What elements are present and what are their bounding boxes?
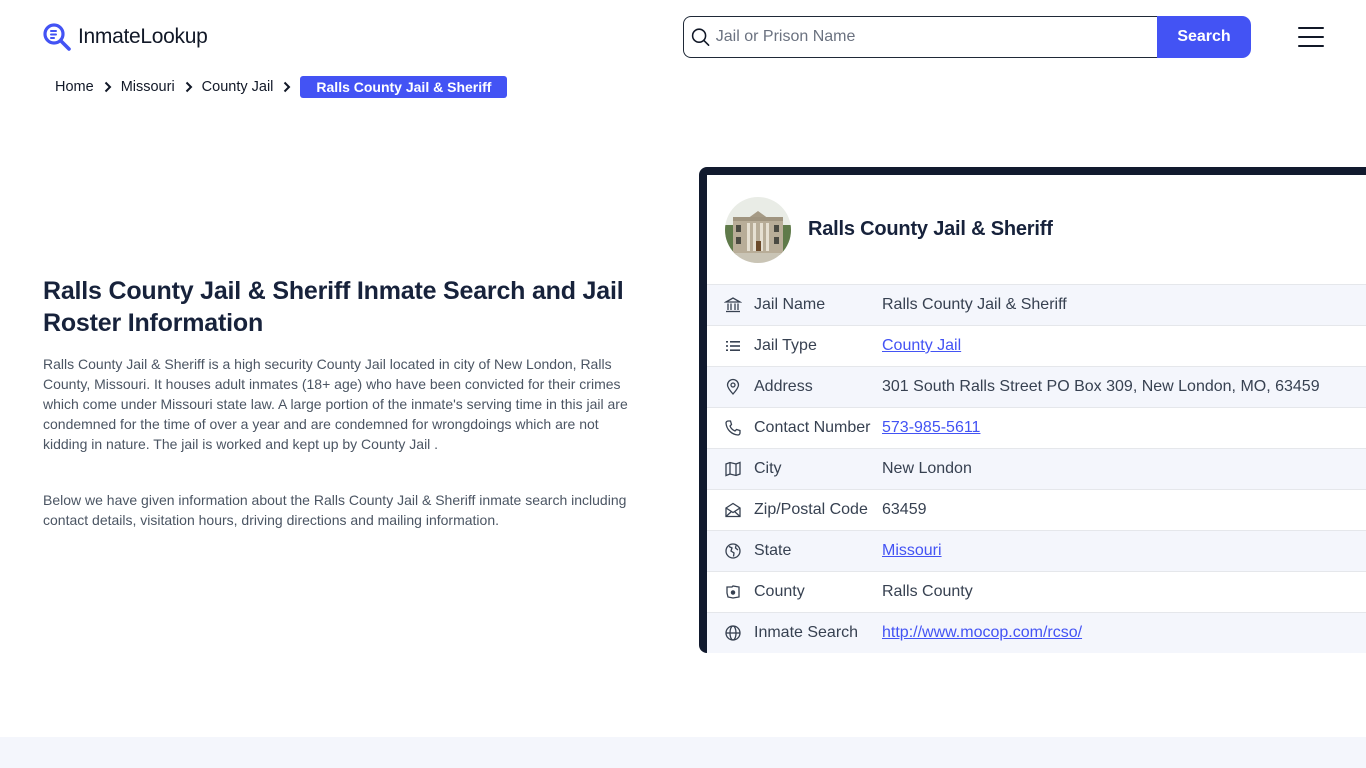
row-value: New London <box>882 460 972 477</box>
chevron-right-icon <box>185 81 193 93</box>
chevron-right-icon <box>104 81 112 93</box>
row-label: State <box>754 542 792 559</box>
phone-icon <box>725 420 741 436</box>
list-icon <box>726 341 740 351</box>
info-row-city: City New London <box>707 448 1366 489</box>
courthouse-image-icon <box>725 196 791 263</box>
info-row-county: County Ralls County <box>707 571 1366 612</box>
row-value: 63459 <box>882 501 927 518</box>
info-row-zip: Zip/Postal Code 63459 <box>707 489 1366 530</box>
footer-section <box>0 737 1366 768</box>
jail-type-link[interactable]: County Jail <box>882 337 961 355</box>
mail-open-icon <box>725 502 741 518</box>
info-paragraph: Below we have given information about th… <box>43 492 627 528</box>
breadcrumb: Home Missouri County Jail Ralls County J… <box>55 76 508 98</box>
row-label: County <box>754 583 805 600</box>
chevron-right-icon <box>284 81 291 93</box>
breadcrumb-jail-type[interactable]: County Jail <box>202 79 274 95</box>
jail-photo <box>725 196 791 263</box>
row-label: Zip/Postal Code <box>754 501 868 518</box>
info-row-contact: Contact Number 573-985-5611 <box>707 407 1366 448</box>
row-value: Ralls County <box>882 583 973 600</box>
row-label: Jail Name <box>754 296 826 313</box>
magnifier-logo-icon <box>43 23 71 51</box>
phone-link[interactable]: 573-985-5611 <box>882 419 980 437</box>
search-form: Search <box>683 16 1251 58</box>
row-label: Jail Type <box>754 337 817 354</box>
row-label: Contact Number <box>754 419 871 436</box>
breadcrumb-home[interactable]: Home <box>55 79 94 95</box>
globe-region-icon <box>725 543 741 559</box>
search-icon <box>691 28 710 47</box>
row-value: 301 South Ralls Street PO Box 309, New L… <box>882 378 1320 395</box>
row-value: Ralls County Jail & Sheriff <box>882 296 1067 313</box>
card-header: Ralls County Jail & Sheriff <box>707 175 1366 284</box>
hamburger-icon[interactable] <box>1298 27 1324 47</box>
intro-paragraph: Ralls County Jail & Sheriff is a high se… <box>43 356 628 452</box>
info-row-jail-name: Jail Name Ralls County Jail & Sheriff <box>707 284 1366 325</box>
search-button[interactable]: Search <box>1157 16 1251 58</box>
county-map-icon <box>726 585 740 599</box>
jail-info-card: Ralls County Jail & Sheriff Jail Name Ra… <box>699 167 1366 653</box>
info-row-address: Address 301 South Ralls Street PO Box 30… <box>707 366 1366 407</box>
breadcrumb-current: Ralls County Jail & Sheriff <box>300 76 508 98</box>
menu-bar <box>1298 27 1324 29</box>
card-title: Ralls County Jail & Sheriff <box>808 218 1053 240</box>
row-label: Inmate Search <box>754 624 859 641</box>
site-logo[interactable]: InmateLookup <box>42 22 208 52</box>
logo-text: InmateLookup <box>78 25 208 48</box>
page-title: Ralls County Jail & Sheriff Inmate Searc… <box>43 277 624 337</box>
search-input[interactable] <box>715 28 1157 46</box>
info-row-jail-type: Jail Type County Jail <box>707 325 1366 366</box>
globe-icon <box>725 625 741 641</box>
map-icon <box>725 461 741 477</box>
state-link[interactable]: Missouri <box>882 542 942 560</box>
jail-info-card-body: Ralls County Jail & Sheriff Jail Name Ra… <box>707 175 1366 653</box>
menu-bar <box>1298 45 1324 47</box>
map-pin-icon <box>726 378 740 395</box>
inmate-search-link[interactable]: http://www.mocop.com/rcso/ <box>882 624 1082 642</box>
bank-icon <box>724 297 742 313</box>
menu-bar <box>1298 36 1324 38</box>
search-field[interactable] <box>683 16 1157 58</box>
breadcrumb-state[interactable]: Missouri <box>121 79 175 95</box>
row-label: City <box>754 460 782 477</box>
row-label: Address <box>754 378 813 395</box>
info-row-inmate-search: Inmate Search http://www.mocop.com/rcso/ <box>707 612 1366 653</box>
info-row-state: State Missouri <box>707 530 1366 571</box>
